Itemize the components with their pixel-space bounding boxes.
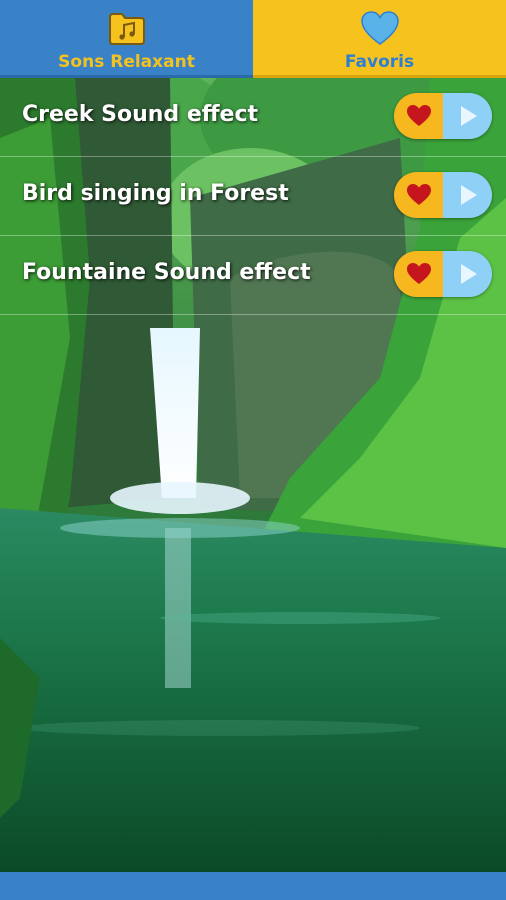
- sound-controls: [394, 93, 492, 139]
- tab-label: Sons Relaxant: [58, 52, 195, 72]
- play-icon: [460, 106, 477, 126]
- music-folder-icon: [107, 8, 147, 48]
- sound-title: Creek Sound effect: [22, 102, 259, 127]
- list-item[interactable]: Fountaine Sound effect: [0, 236, 506, 315]
- tab-sons-relaxant[interactable]: Sons Relaxant: [0, 0, 253, 78]
- favorite-button[interactable]: [394, 251, 443, 297]
- play-icon: [460, 185, 477, 205]
- sound-controls: [394, 251, 492, 297]
- tab-label: Favoris: [344, 52, 415, 72]
- sound-list: Creek Sound effect Bird singing in Fores…: [0, 78, 506, 315]
- tab-favoris[interactable]: Favoris: [253, 0, 506, 78]
- heart-icon: [406, 184, 431, 205]
- sound-controls: [394, 172, 492, 218]
- heart-icon: [360, 8, 400, 48]
- bottom-bar: [0, 872, 506, 900]
- heart-icon: [406, 105, 431, 126]
- favorite-button[interactable]: [394, 93, 443, 139]
- sound-title: Fountaine Sound effect: [22, 260, 311, 285]
- heart-icon: [406, 263, 431, 284]
- play-icon: [460, 264, 477, 284]
- play-button[interactable]: [443, 93, 492, 139]
- tab-bar: Sons Relaxant Favoris: [0, 0, 506, 78]
- play-button[interactable]: [443, 172, 492, 218]
- list-item[interactable]: Bird singing in Forest: [0, 157, 506, 236]
- favorite-button[interactable]: [394, 172, 443, 218]
- play-button[interactable]: [443, 251, 492, 297]
- sound-title: Bird singing in Forest: [22, 181, 289, 206]
- list-item[interactable]: Creek Sound effect: [0, 78, 506, 157]
